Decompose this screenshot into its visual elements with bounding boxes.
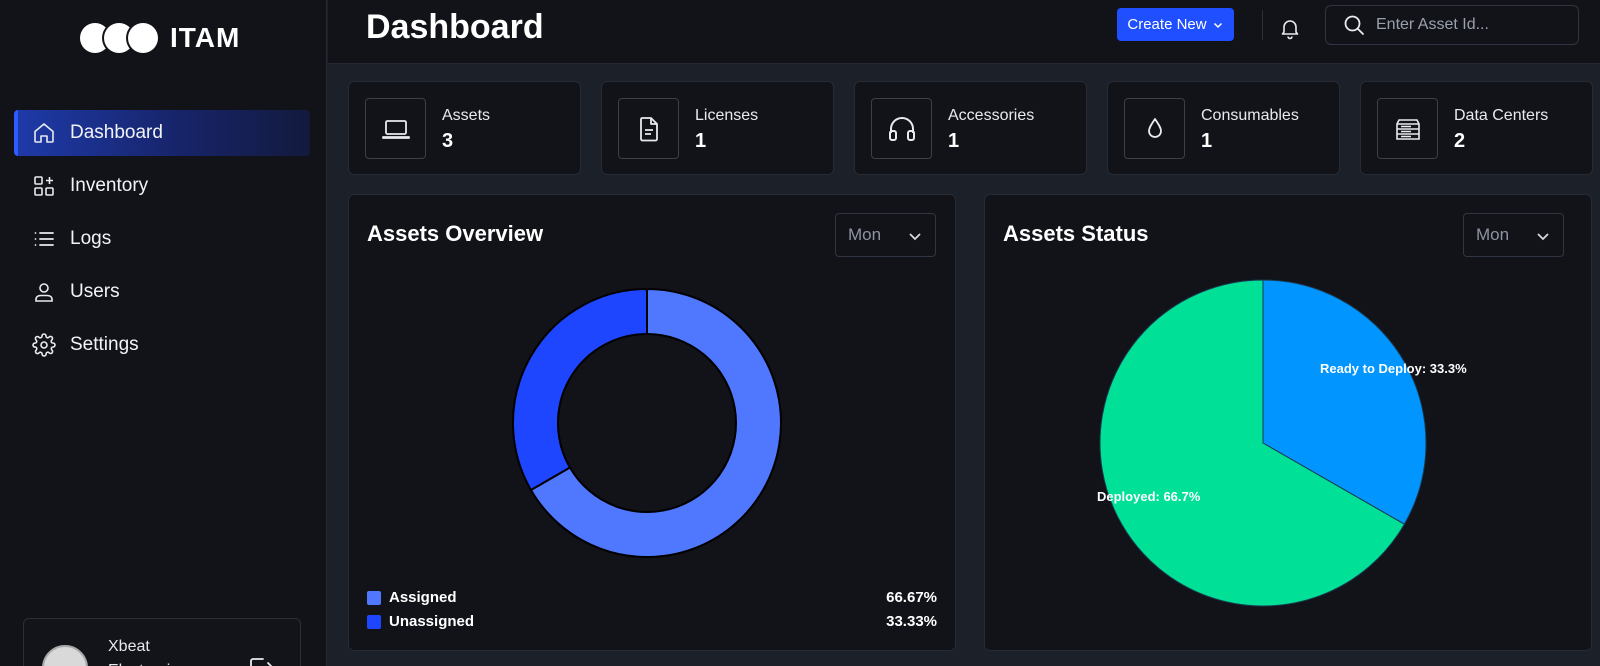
user-card: Xbeat Electronics <box>23 618 301 666</box>
stat-label: Licenses <box>695 107 759 124</box>
stat-icon-box <box>1124 98 1185 159</box>
document-icon <box>639 116 658 141</box>
create-new-label: Create New <box>1127 16 1207 33</box>
sidebar-item-label: Dashboard <box>70 122 163 143</box>
server-icon <box>1395 118 1420 140</box>
legend-value: 33.33% <box>886 613 937 630</box>
headphones-icon <box>888 116 915 141</box>
stat-card-licenses[interactable]: Licenses 1 <box>601 81 834 175</box>
user-icon <box>35 283 53 302</box>
home-icon <box>34 123 54 143</box>
donut-slice-unassigned[interactable] <box>512 287 648 492</box>
legend-swatch <box>367 590 381 605</box>
stat-label: Assets <box>442 107 491 124</box>
stat-icon-box <box>618 98 679 159</box>
stat-card-data-centers[interactable]: Data Centers 2 <box>1360 81 1593 175</box>
divider <box>1262 10 1263 40</box>
sidebar-item-label: Logs <box>70 228 112 249</box>
search-input[interactable] <box>1376 16 1566 34</box>
avatar[interactable] <box>42 645 88 666</box>
sidebar-item-inventory[interactable]: Inventory <box>14 163 310 209</box>
user-name: Xbeat Electronics <box>108 638 186 666</box>
stat-card-accessories[interactable]: Accessories 1 <box>854 81 1087 175</box>
stat-icon-box <box>365 98 426 159</box>
stat-value: 1 <box>1201 130 1213 152</box>
legend-label: Assigned <box>389 589 457 606</box>
sidebar-item-settings[interactable]: Settings <box>14 322 310 368</box>
stat-icon-box <box>871 98 932 159</box>
pie-chart: Ready to Deploy: 33.3% Deployed: 66.7% <box>1097 279 1467 607</box>
pie-data-label: Deployed: 66.7% <box>1097 489 1201 504</box>
stat-label: Consumables <box>1201 107 1299 124</box>
sidebar-item-label: Settings <box>70 334 139 355</box>
sidebar-item-dashboard[interactable]: Dashboard <box>14 110 310 156</box>
laptop-icon <box>381 119 410 139</box>
legend-value: 66.67% <box>886 589 937 606</box>
stat-value: 3 <box>442 130 454 152</box>
sidebar-item-label: Inventory <box>70 175 149 196</box>
stat-icon-box <box>1377 98 1438 159</box>
top-bar: Dashboard Create New <box>328 0 1600 64</box>
stat-label: Data Centers <box>1454 107 1549 124</box>
legend-swatch <box>367 614 381 629</box>
sidebar-item-users[interactable]: Users <box>14 269 310 315</box>
legend-item-assigned: Assigned <box>367 589 457 606</box>
stat-value: 1 <box>948 130 960 152</box>
donut-chart <box>512 287 782 558</box>
pie-data-label: Ready to Deploy: 33.3% <box>1320 361 1467 376</box>
search-box <box>1325 5 1579 45</box>
logo-icon <box>80 21 158 55</box>
gear-icon <box>32 333 56 357</box>
sidebar-item-label: Users <box>70 281 120 302</box>
assets-overview-panel: Assets Overview Mon Assigned 66.67% Unas… <box>348 194 956 651</box>
bell-icon[interactable] <box>1278 16 1302 40</box>
chevron-down-icon <box>1213 22 1222 28</box>
stat-label: Accessories <box>948 107 1035 124</box>
assets-status-panel: Assets Status Mon Ready to Deploy: 33.3%… <box>984 194 1592 651</box>
sidebar-item-logs[interactable]: Logs <box>14 216 310 262</box>
stat-value: 2 <box>1454 130 1466 152</box>
legend-item-unassigned: Unassigned <box>367 613 474 630</box>
droplet-icon <box>1147 117 1162 138</box>
search-icon <box>1344 15 1364 35</box>
stat-value: 1 <box>695 130 707 152</box>
sidebar: ITAM Dashboard Inventory Logs Users Sett… <box>0 0 327 666</box>
stat-card-assets[interactable]: Assets 3 <box>348 81 581 175</box>
page-title: Dashboard <box>366 8 544 46</box>
stat-card-consumables[interactable]: Consumables 1 <box>1107 81 1340 175</box>
brand-name: ITAM <box>170 22 241 53</box>
legend-label: Unassigned <box>389 613 475 630</box>
sidebar-nav: Dashboard Inventory Logs Users Settings <box>14 110 310 375</box>
logout-icon[interactable] <box>246 653 276 666</box>
create-new-button[interactable]: Create New <box>1117 8 1234 41</box>
brand-logo[interactable]: ITAM <box>80 18 240 58</box>
grid-plus-icon <box>34 176 54 196</box>
list-icon <box>34 232 54 246</box>
